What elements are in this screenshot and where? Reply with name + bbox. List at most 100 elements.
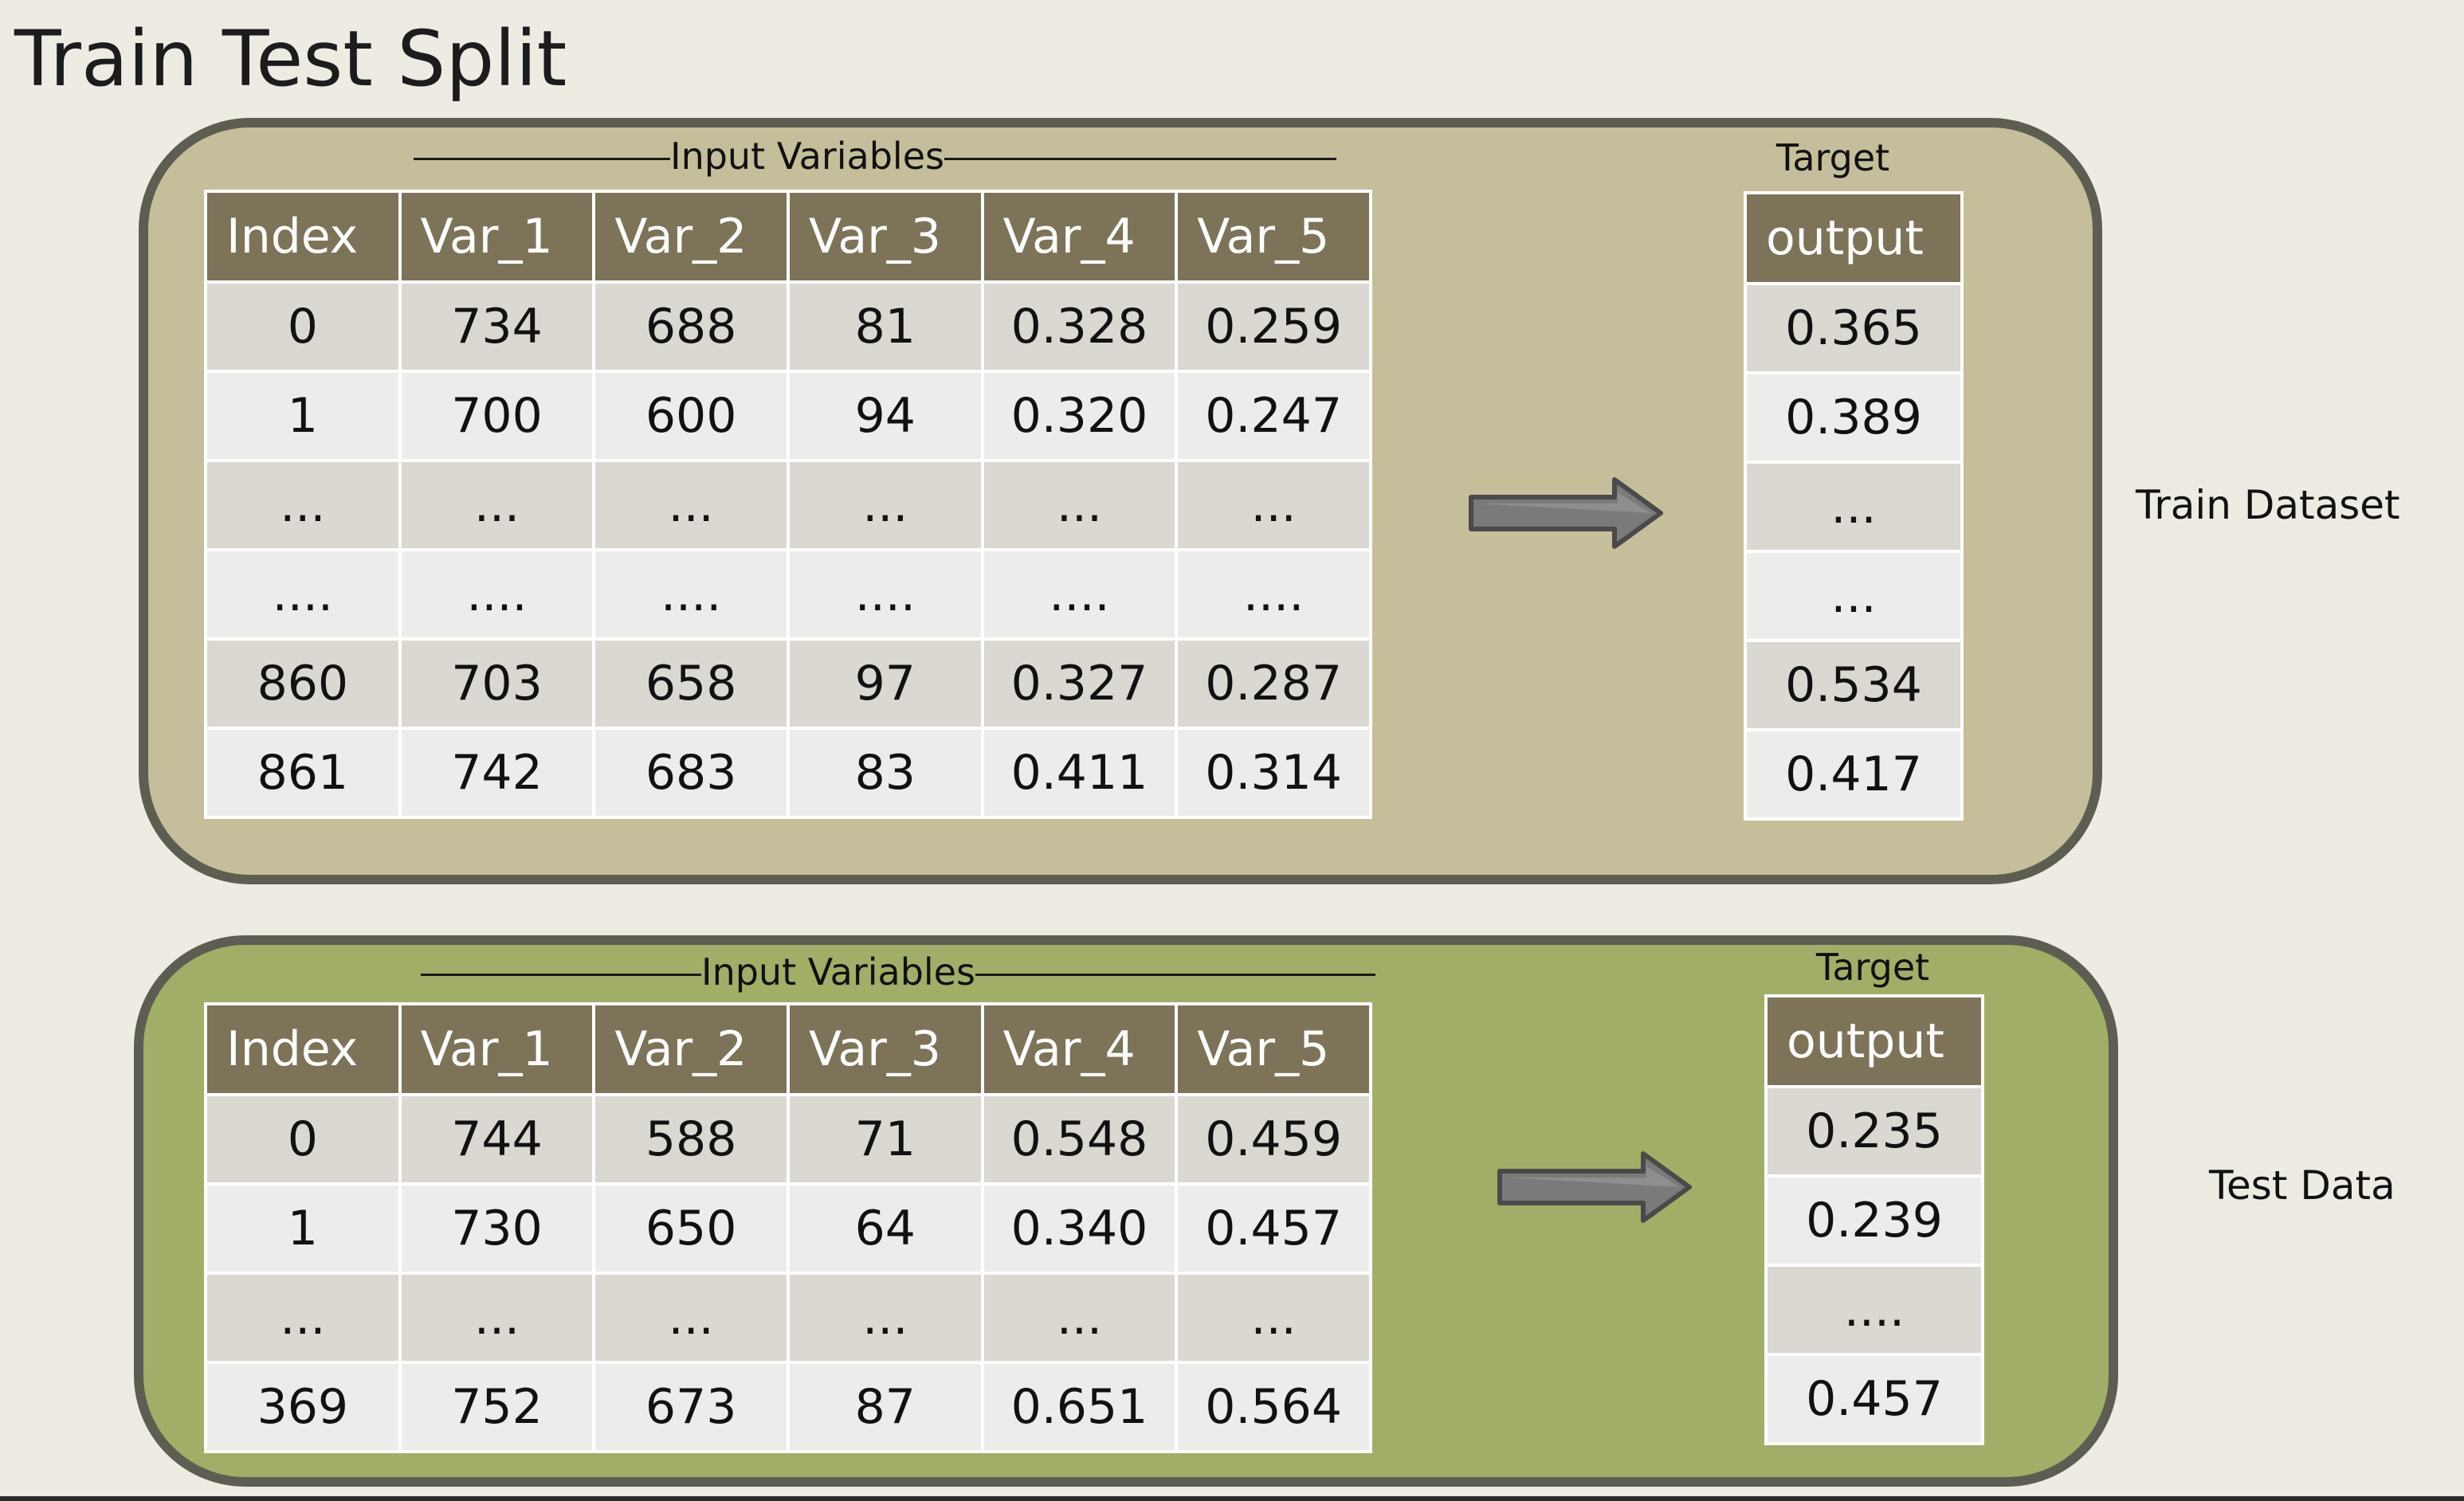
- table-cell: 0.320: [980, 370, 1179, 462]
- test-group-label-text: Input Variables: [701, 950, 975, 993]
- table-cell: 752: [398, 1361, 596, 1453]
- output-row: 0.417: [1744, 728, 1964, 821]
- table-cell: 0: [204, 280, 402, 373]
- table-cell: ....: [786, 548, 984, 641]
- output-row: 0.235: [1764, 1085, 1984, 1178]
- output-row: ...: [1744, 460, 1964, 553]
- table-cell: ...: [592, 1272, 790, 1364]
- table-row: ..................: [204, 459, 1372, 551]
- output-row: 0.239: [1764, 1174, 1984, 1267]
- column-header: Var_5: [1175, 190, 1372, 284]
- table-cell: 0.314: [1175, 727, 1372, 819]
- table-cell: 0.287: [1175, 637, 1372, 730]
- table-cell: ...: [786, 459, 984, 551]
- table-cell: 0.259: [1175, 280, 1372, 373]
- output-row: ....: [1764, 1264, 1984, 1356]
- table-cell: 1: [204, 1182, 402, 1275]
- column-header: Index: [204, 1002, 402, 1096]
- table-cell: ...: [1175, 459, 1372, 551]
- train-input-table: Index Var_1 Var_2 Var_3 Var_4 Var_5 0 734 688 81…: [204, 190, 1372, 819]
- bottom-divider: [0, 1496, 2464, 1501]
- table-cell: 0.651: [980, 1361, 1179, 1453]
- table-row: 860 703 658 97 0.327 0.287: [204, 637, 1372, 730]
- table-cell: 658: [592, 637, 790, 730]
- table-cell: 0.459: [1175, 1093, 1372, 1186]
- table-cell: 87: [786, 1361, 984, 1453]
- train-right-arrow-icon: [1469, 477, 1663, 549]
- table-cell: 742: [398, 727, 596, 819]
- table-cell: ...: [786, 1272, 984, 1364]
- table-cell: 700: [398, 370, 596, 462]
- table-cell: 0.564: [1175, 1361, 1372, 1453]
- table-row: ..................: [204, 1272, 1372, 1364]
- page-title: Train Test Split: [14, 14, 567, 104]
- column-header: Var_4: [980, 190, 1179, 284]
- table-cell: ....: [980, 548, 1179, 641]
- table-cell: ....: [592, 548, 790, 641]
- table-cell: 0.327: [980, 637, 1179, 730]
- table-cell: 688: [592, 280, 790, 373]
- train-input-variables-label: Input Variables: [411, 134, 1339, 178]
- table-cell: 94: [786, 370, 984, 462]
- table-cell: ...: [204, 459, 402, 551]
- test-output-table: output 0.235 0.239.... 0.457: [1764, 994, 1984, 1445]
- table-cell: ....: [204, 548, 402, 641]
- table-row: 1 730 650 64 0.340 0.457: [204, 1182, 1372, 1275]
- table-row: 1 700 600 94 0.320 0.247: [204, 370, 1372, 462]
- dash-rule-left: [414, 158, 671, 160]
- column-header: Var_2: [592, 1002, 790, 1096]
- train-output-header: output: [1744, 191, 1964, 285]
- dash-rule-right: [975, 974, 1375, 976]
- output-row: 0.365: [1744, 282, 1964, 374]
- table-cell: ....: [1175, 548, 1372, 641]
- table-cell: 734: [398, 280, 596, 373]
- column-header: Var_3: [786, 190, 984, 284]
- output-cell: ...: [1744, 460, 1964, 553]
- table-row: 861 742 683 83 0.411 0.314: [204, 727, 1372, 819]
- table-cell: 1: [204, 370, 402, 462]
- column-header: Var_4: [980, 1002, 1179, 1096]
- table-cell: 861: [204, 727, 402, 819]
- table-cell: 673: [592, 1361, 790, 1453]
- table-row: 0 734 688 81 0.328 0.259: [204, 280, 1372, 373]
- train-output-table: output 0.365 0.389...... 0.534 0.417: [1744, 191, 1964, 821]
- train-dataset-label: Train Dataset: [2136, 482, 2400, 528]
- test-right-arrow-icon: [1497, 1151, 1692, 1223]
- output-row: 0.389: [1744, 371, 1964, 464]
- output-row: 0.534: [1744, 639, 1964, 731]
- output-cell: 0.534: [1744, 639, 1964, 731]
- table-cell: 0.340: [980, 1182, 1179, 1275]
- table-cell: ...: [980, 1272, 1179, 1364]
- output-cell: 0.389: [1744, 371, 1964, 464]
- output-cell: ...: [1744, 550, 1964, 642]
- table-cell: 369: [204, 1361, 402, 1453]
- output-cell: ....: [1764, 1264, 1984, 1356]
- table-cell: 0.247: [1175, 370, 1372, 462]
- train-target-label: Target: [1775, 136, 1890, 179]
- test-target-label: Target: [1815, 946, 1930, 989]
- table-cell: ...: [980, 459, 1179, 551]
- output-cell: 0.417: [1744, 728, 1964, 821]
- table-row: 0 744 588 71 0.548 0.459: [204, 1093, 1372, 1186]
- table-cell: 0: [204, 1093, 402, 1186]
- table-cell: 600: [592, 370, 790, 462]
- column-header: Var_2: [592, 190, 790, 284]
- table-cell: 0.457: [1175, 1182, 1372, 1275]
- table-cell: ....: [398, 548, 596, 641]
- table-cell: ...: [592, 459, 790, 551]
- column-header: Var_3: [786, 1002, 984, 1096]
- table-cell: 0.411: [980, 727, 1179, 819]
- train-group-label-text: Input Variables: [670, 135, 944, 178]
- table-cell: 588: [592, 1093, 790, 1186]
- table-cell: 64: [786, 1182, 984, 1275]
- table-cell: 730: [398, 1182, 596, 1275]
- table-cell: 650: [592, 1182, 790, 1275]
- column-header: Var_1: [398, 1002, 596, 1096]
- output-cell: 0.457: [1764, 1353, 1984, 1445]
- table-cell: ...: [204, 1272, 402, 1364]
- output-cell: 0.235: [1764, 1085, 1984, 1178]
- table-cell: 83: [786, 727, 984, 819]
- table-cell: 97: [786, 637, 984, 730]
- output-cell: 0.239: [1764, 1174, 1984, 1267]
- test-output-header: output: [1764, 994, 1984, 1088]
